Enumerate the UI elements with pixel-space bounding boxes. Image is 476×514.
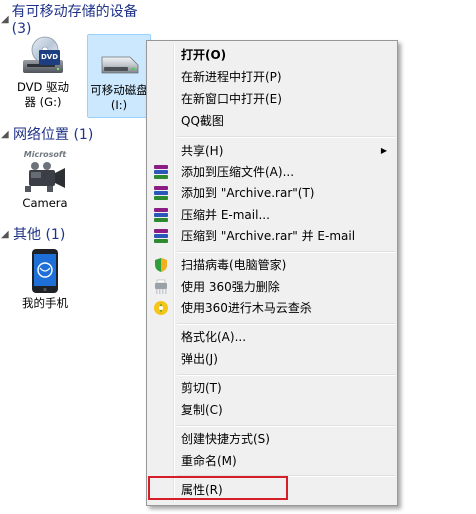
menu-item-qq-screenshot[interactable]: QQ截图 xyxy=(149,110,395,131)
phone-icon xyxy=(32,249,58,293)
chevron-down-icon: ◢ xyxy=(1,13,9,25)
device-dvd-drive[interactable]: DVD DVD 驱动 器 (G:) xyxy=(12,36,74,110)
removable-disk-icon xyxy=(101,56,139,74)
menu-item-scan-virus[interactable]: 扫描病毒(电脑管家) xyxy=(149,254,395,275)
menu-item-compress-email[interactable]: 压缩并 E-mail... xyxy=(149,204,395,225)
group-header-removable[interactable]: ◢ 有可移动存储的设备 (3) xyxy=(0,4,145,37)
chevron-down-icon: ◢ xyxy=(1,228,9,240)
360-security-icon xyxy=(154,300,168,315)
explorer-window: ◢ 有可移动存储的设备 (3) DVD DVD 驱动 器 (G:) 可移动磁盘 … xyxy=(0,0,476,514)
group-header-network[interactable]: ◢ 网络位置 (1) xyxy=(0,124,145,144)
group-label: 有可移动存储的设备 (3) xyxy=(11,4,138,37)
dvd-badge: DVD xyxy=(39,50,61,65)
device-label: 可移动磁盘 (I:) xyxy=(90,83,148,112)
winrar-icon xyxy=(154,164,168,179)
annotation-highlight-box xyxy=(148,476,288,500)
group-label: 网络位置 (1) xyxy=(13,127,94,143)
menu-separator xyxy=(177,425,395,427)
menu-item-open[interactable]: 打开(O) xyxy=(149,44,395,65)
menu-item-copy[interactable]: 复制(C) xyxy=(149,399,395,420)
microsoft-logo: Microsoft xyxy=(23,150,67,159)
device-phone[interactable]: 我的手机 xyxy=(14,248,76,311)
menu-item-rename[interactable]: 重命名(M) xyxy=(149,450,395,471)
menu-item-eject[interactable]: 弹出(J) xyxy=(149,348,395,369)
camera-icon xyxy=(25,162,65,192)
menu-item-share[interactable]: 共享(H) ▶ xyxy=(149,140,395,161)
winrar-icon xyxy=(154,207,168,222)
menu-item-open-new-process[interactable]: 在新进程中打开(P) xyxy=(149,66,395,87)
submenu-arrow-icon: ▶ xyxy=(380,146,387,155)
device-removable-disk[interactable]: 可移动磁盘 (I:) xyxy=(87,34,151,118)
menu-separator xyxy=(177,136,395,138)
menu-separator xyxy=(177,323,395,325)
device-label: 我的手机 xyxy=(22,296,68,310)
menu-item-open-new-window[interactable]: 在新窗口中打开(E) xyxy=(149,88,395,109)
group-header-other[interactable]: ◢ 其他 (1) xyxy=(0,224,145,244)
menu-item-format[interactable]: 格式化(A)... xyxy=(149,326,395,347)
device-camera[interactable]: Microsoft Camera xyxy=(14,150,76,211)
menu-item-compress-rar-email[interactable]: 压缩到 "Archive.rar" 并 E-mail xyxy=(149,225,395,246)
chevron-down-icon: ◢ xyxy=(1,128,9,140)
device-label: Camera xyxy=(22,196,68,210)
shield-icon xyxy=(155,257,167,272)
menu-item-add-to-archive-rar[interactable]: 添加到 "Archive.rar"(T) xyxy=(149,182,395,203)
menu-item-force-delete-360[interactable]: 使用 360强力删除 xyxy=(149,276,395,297)
menu-item-trojan-scan-360[interactable]: 使用360进行木马云查杀 xyxy=(149,297,395,318)
winrar-icon xyxy=(154,185,168,200)
group-label: 其他 (1) xyxy=(13,227,66,243)
menu-separator xyxy=(177,374,395,376)
menu-separator xyxy=(177,251,395,253)
device-label: DVD 驱动 器 (G:) xyxy=(16,80,70,109)
menu-item-cut[interactable]: 剪切(T) xyxy=(149,377,395,398)
shredder-icon xyxy=(155,279,167,294)
winrar-icon xyxy=(154,228,168,243)
context-menu: 打开(O) 在新进程中打开(P) 在新窗口中打开(E) QQ截图 共享(H) ▶… xyxy=(146,40,398,506)
menu-item-create-shortcut[interactable]: 创建快捷方式(S) xyxy=(149,428,395,449)
menu-item-add-to-archive[interactable]: 添加到压缩文件(A)... xyxy=(149,161,395,182)
